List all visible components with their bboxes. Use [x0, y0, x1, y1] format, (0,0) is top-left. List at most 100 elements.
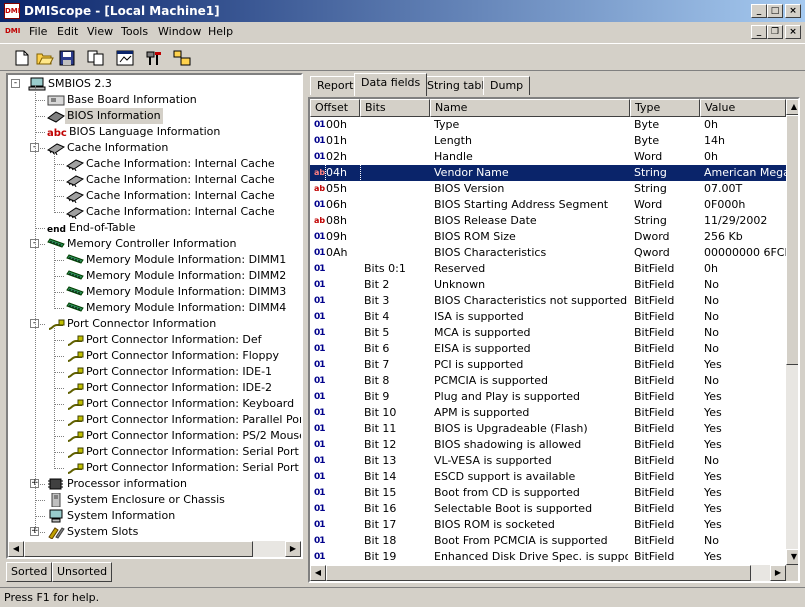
title-bar[interactable]: DMI DMIScope - [Local Machine1] _ □ × [0, 0, 805, 22]
tree-node[interactable]: Memory Module Information: DIMM2 [8, 268, 301, 284]
table-row[interactable]: 01 02h Handle Word 0h [310, 149, 786, 165]
new-icon[interactable] [12, 48, 32, 68]
tree-node[interactable]: - Memory Controller Information [8, 236, 301, 252]
tree-node[interactable]: Port Connector Information: IDE-1 [8, 364, 301, 380]
table-row[interactable]: ab 05h BIOS Version String 07.00T [310, 181, 786, 197]
scroll-up-arrow-icon[interactable]: ▲ [786, 99, 798, 115]
table-row[interactable]: ab04h Vendor Name String American Megatr [310, 164, 786, 182]
column-header-name[interactable]: Name [430, 99, 630, 117]
column-header-offset[interactable]: Offset [310, 99, 360, 117]
table-row[interactable]: 01 Bit 8 PCMCIA is supported BitField No [310, 373, 786, 389]
tree-node[interactable]: System Information [8, 508, 301, 524]
tree-node[interactable]: Port Connector Information: Serial Port … [8, 460, 301, 476]
table-row[interactable]: 01 Bit 3 BIOS Characteristics not supporte… [310, 293, 786, 309]
close-button[interactable]: × [785, 4, 801, 18]
column-header-bits[interactable]: Bits [360, 99, 430, 117]
app-icon[interactable]: DMI [4, 3, 20, 19]
maximize-button[interactable]: □ [767, 4, 783, 18]
tree-node[interactable]: Memory Module Information: DIMM1 [8, 252, 301, 268]
tree-node[interactable]: - Cache Information [8, 140, 301, 156]
child-restore-button[interactable]: ❐ [767, 25, 783, 39]
tree-node[interactable]: Base Board Information [8, 92, 301, 108]
column-header-value[interactable]: Value [700, 99, 786, 117]
table-row[interactable]: 01 Bit 14 ESCD support is available BitFiel… [310, 469, 786, 485]
tree-horizontal-scrollbar[interactable]: ◀ ▶ [8, 541, 301, 557]
table-row[interactable]: 01 Bit 6 EISA is supported BitField No [310, 341, 786, 357]
table-row[interactable]: 01 00h Type Byte 0h [310, 117, 786, 133]
save-disk-icon[interactable] [57, 48, 77, 68]
menu-help[interactable]: Help [208, 25, 233, 38]
tree-node[interactable]: Port Connector Information: PS/2 Mouse [8, 428, 301, 444]
table-row[interactable]: 01 Bit 11 BIOS is Upgradeable (Flash) BitFi… [310, 421, 786, 437]
tree-node[interactable]: abc BIOS Language Information [8, 124, 301, 140]
table-row[interactable]: 01 Bit 12 BIOS shadowing is allowed BitFiel… [310, 437, 786, 453]
tree-node[interactable]: Memory Module Information: DIMM3 [8, 284, 301, 300]
minimize-button[interactable]: _ [751, 4, 767, 18]
tree-node[interactable]: - Port Connector Information [8, 316, 301, 332]
open-folder-icon[interactable] [35, 48, 55, 68]
tree-node[interactable]: + System Slots [8, 524, 301, 540]
tree-node[interactable]: - SMBIOS 2.3 [8, 76, 301, 92]
list-horizontal-scrollbar[interactable]: ◀ ▶ [310, 565, 786, 581]
tab-report[interactable]: Report [310, 76, 361, 95]
tree-node[interactable]: Cache Information: Internal Cache [8, 172, 301, 188]
tab-sorted[interactable]: Sorted [6, 562, 53, 582]
layout-icon[interactable] [172, 48, 192, 68]
tree-node[interactable]: + Processor information [8, 476, 301, 492]
tree-node[interactable]: Port Connector Information: Parallel Por… [8, 412, 301, 428]
table-row[interactable]: 01 Bit 2 Unknown BitField No [310, 277, 786, 293]
data-fields-list[interactable]: Offset Bits Name Type Value 01 00h Type Byt… [308, 97, 800, 583]
tree-node[interactable]: Cache Information: Internal Cache [8, 156, 301, 172]
tree-node[interactable]: System Enclosure or Chassis [8, 492, 301, 508]
menu-tools[interactable]: Tools [121, 25, 148, 38]
table-row[interactable]: 01 06h BIOS Starting Address Segment Word 0F… [310, 197, 786, 213]
table-row[interactable]: 01 Bit 13 VL-VESA is supported BitField No [310, 453, 786, 469]
table-row[interactable]: 01 Bit 16 Selectable Boot is supported BitF… [310, 501, 786, 517]
child-window-icon[interactable]: DMI [5, 23, 23, 40]
menu-view[interactable]: View [87, 25, 113, 38]
table-row[interactable]: 01 Bit 5 MCA is supported BitField No [310, 325, 786, 341]
tab-data-fields[interactable]: Data fields [354, 73, 428, 96]
tab-dump[interactable]: Dump [483, 76, 531, 95]
table-row[interactable]: 01 01h Length Byte 14h [310, 133, 786, 149]
tab-unsorted[interactable]: Unsorted [52, 562, 113, 582]
scroll-down-arrow-icon[interactable]: ▼ [786, 549, 798, 565]
table-row[interactable]: 01 Bit 4 ISA is supported BitField No [310, 309, 786, 325]
collapse-minus-icon[interactable]: - [11, 79, 20, 88]
list-hscroll-thumb[interactable] [326, 565, 751, 581]
tree-node[interactable]: Cache Information: Internal Cache [8, 204, 301, 220]
table-row[interactable]: 01 0Ah BIOS Characteristics Qword 00000000 6… [310, 245, 786, 261]
tree-node[interactable]: Cache Information: Internal Cache [8, 188, 301, 204]
child-close-button[interactable]: × [785, 25, 801, 39]
copy-icon[interactable] [86, 48, 106, 68]
table-row[interactable]: ab 08h BIOS Release Date String 11/29/2002 [310, 213, 786, 229]
table-row[interactable]: 01 Bit 7 PCI is supported BitField Yes [310, 357, 786, 373]
tree-node[interactable]: Port Connector Information: Keyboard [8, 396, 301, 412]
menu-window[interactable]: Window [158, 25, 201, 38]
tree-node[interactable]: end End-of-Table [8, 220, 301, 236]
list-vertical-scrollbar[interactable]: ▲ ▼ [786, 99, 798, 565]
column-header-type[interactable]: Type [630, 99, 700, 117]
table-row[interactable]: 01 09h BIOS ROM Size Dword 256 Kb [310, 229, 786, 245]
list-scroll-left-arrow-icon[interactable]: ◀ [310, 565, 326, 581]
device-tree-panel[interactable]: - SMBIOS 2.3 Base Board Information BIOS In… [6, 73, 303, 559]
table-row[interactable]: 01 Bit 9 Plug and Play is supported BitFiel… [310, 389, 786, 405]
tree-node[interactable]: Port Connector Information: IDE-2 [8, 380, 301, 396]
scroll-left-arrow-icon[interactable]: ◀ [8, 541, 24, 557]
tree-node[interactable]: Memory Module Information: DIMM4 [8, 300, 301, 316]
table-row[interactable]: 01 Bit 19 Enhanced Disk Drive Spec. is sup… [310, 549, 786, 565]
table-row[interactable]: 01 Bit 15 Boot from CD is supported BitFiel… [310, 485, 786, 501]
tree-node[interactable]: Port Connector Information: Floppy [8, 348, 301, 364]
child-minimize-button[interactable]: _ [751, 25, 767, 39]
list-scroll-right-arrow-icon[interactable]: ▶ [770, 565, 786, 581]
list-vscroll-thumb[interactable] [786, 115, 798, 365]
tree-scroll-thumb[interactable] [24, 541, 253, 557]
tree-node[interactable]: Port Connector Information: Def [8, 332, 301, 348]
table-row[interactable]: 01 Bits 0:1 Reserved BitField 0h [310, 261, 786, 277]
tools-icon[interactable] [144, 48, 164, 68]
menu-file[interactable]: File [29, 25, 47, 38]
tree-node[interactable]: BIOS Information [8, 108, 301, 124]
report-window-icon[interactable] [115, 48, 135, 68]
tree-node[interactable]: Port Connector Information: Serial Port … [8, 444, 301, 460]
table-row[interactable]: 01 Bit 10 APM is supported BitField Yes [310, 405, 786, 421]
